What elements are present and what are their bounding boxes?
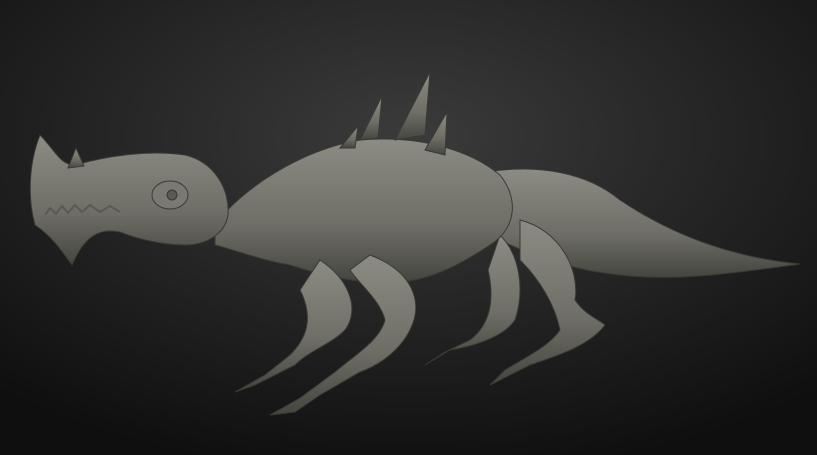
render-viewport — [0, 0, 817, 455]
eye-pupil — [166, 189, 178, 201]
